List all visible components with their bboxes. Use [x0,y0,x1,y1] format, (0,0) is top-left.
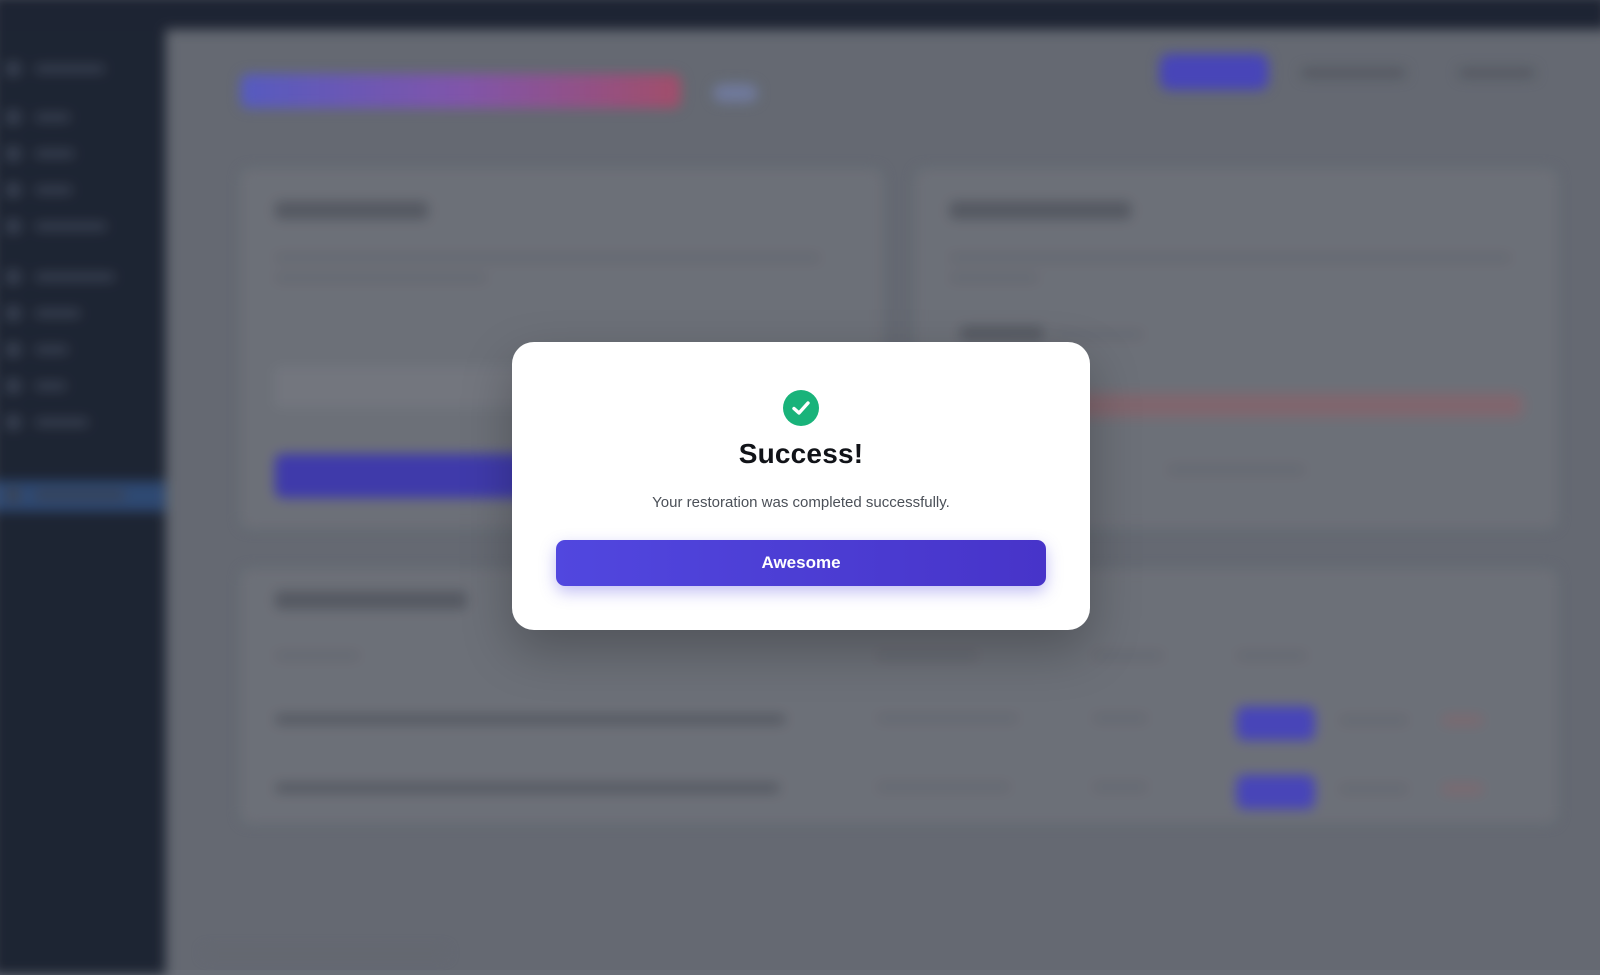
success-modal: Success! Your restoration was completed … [512,342,1090,630]
awesome-button[interactable]: Awesome [556,540,1046,586]
check-circle-icon [783,390,819,426]
modal-message: Your restoration was completed successfu… [652,494,950,511]
modal-title: Success! [738,438,864,469]
